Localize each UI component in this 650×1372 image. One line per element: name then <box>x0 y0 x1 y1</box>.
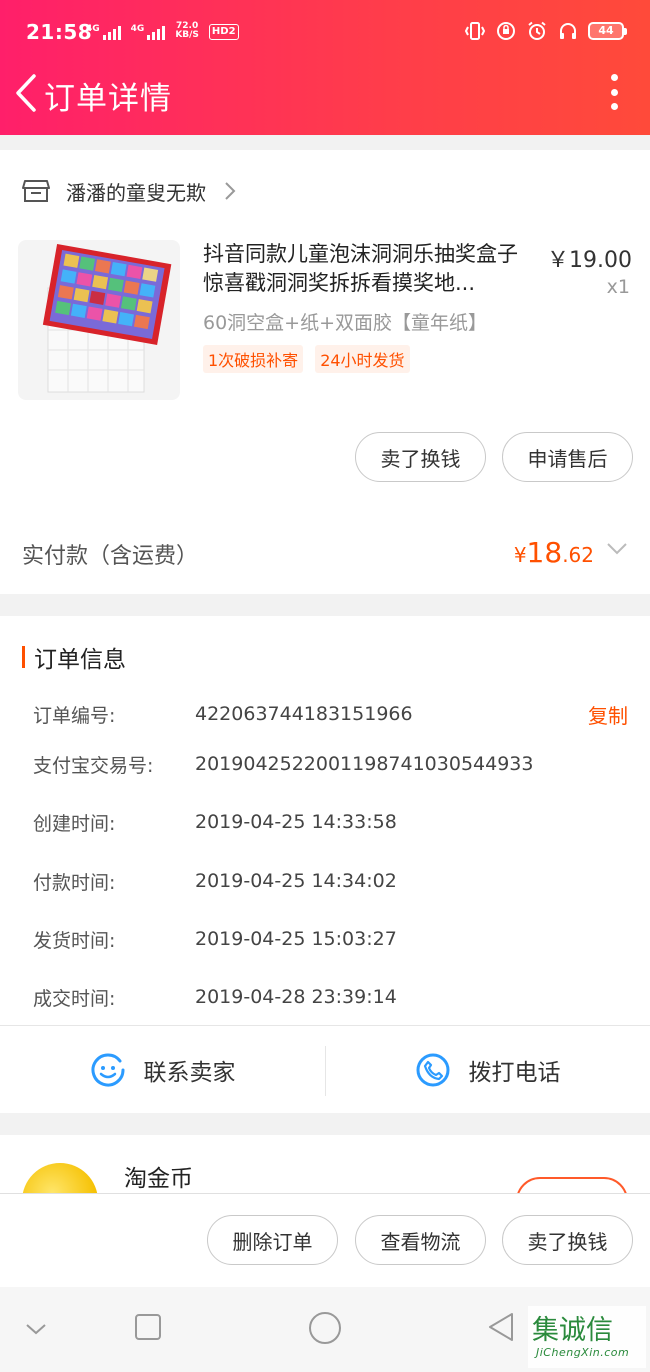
info-value: 422063744183151966 <box>195 703 413 725</box>
signal-icon: 4G <box>131 24 166 40</box>
headphone-icon <box>557 20 579 42</box>
speed-unit: KB/S <box>175 30 199 40</box>
order-info-title: 订单信息 <box>34 647 126 673</box>
section-accent-bar <box>22 646 25 668</box>
sell-for-cash-bottom-button[interactable]: 卖了换钱 <box>502 1215 633 1265</box>
watermark-url: JiChengXin.com <box>536 1346 630 1359</box>
watermark-text: 集诚信 <box>532 1315 613 1346</box>
status-bar: 21:58 4G 4G 72.0 KB/S HD2 44 <box>0 0 650 66</box>
info-value: 2019-04-25 15:03:27 <box>195 928 397 950</box>
recent-apps-icon[interactable] <box>134 1313 162 1341</box>
info-label: 支付宝交易号: <box>33 754 154 777</box>
info-label: 发货时间: <box>33 929 116 952</box>
info-row-alipay-trade: 支付宝交易号: 2019042522001198741030544933 <box>33 749 533 779</box>
hd-voice-icon: HD2 <box>208 24 239 40</box>
shop-row[interactable]: 潘潘的童叟无欺 <box>22 176 236 206</box>
actual-payment-label: 实付款（含运费） <box>22 544 199 569</box>
nav-hide-chevron-icon[interactable] <box>24 1321 48 1337</box>
shop-name: 潘潘的童叟无欺 <box>66 180 206 205</box>
phone-icon <box>416 1053 449 1086</box>
apply-after-sale-button[interactable]: 申请售后 <box>502 432 633 482</box>
status-time: 21:58 <box>26 20 93 44</box>
taobao-coins-label: 淘金币 <box>124 1166 193 1192</box>
network-speed: 72.0 KB/S <box>175 22 199 40</box>
info-value: 2019-04-25 14:34:02 <box>195 870 397 892</box>
contact-seller-button[interactable]: 联系卖家 <box>0 1026 325 1113</box>
info-label: 订单编号: <box>33 704 116 727</box>
service-tag: 1次破损补寄 <box>203 345 304 373</box>
taobao-coins-card: 淘金币 <box>0 1135 650 1195</box>
call-phone-button[interactable]: 拨打电话 <box>325 1026 650 1113</box>
product-price: ￥19.00 <box>547 248 632 273</box>
order-info-card: 订单信息 订单编号: 422063744183151966 复制 支付宝交易号:… <box>0 616 650 1113</box>
coin-icon <box>22 1163 98 1195</box>
service-tags: 1次破损补寄 24小时发货 <box>203 345 410 373</box>
product-quantity: x1 <box>606 276 630 298</box>
info-value: 2019042522001198741030544933 <box>195 753 534 775</box>
page-title: 订单详情 <box>44 81 172 117</box>
product-thumbnail[interactable] <box>18 240 180 400</box>
alarm-icon <box>526 20 548 42</box>
chat-smile-icon <box>91 1053 124 1086</box>
contact-seller-label: 联系卖家 <box>143 1059 236 1086</box>
order-item-card: 潘潘的童叟无欺 抖音同款儿童泡沫洞洞乐抽奖盒子惊喜戳洞洞奖拆拆看摸奖地... ￥… <box>0 150 650 594</box>
actual-payment-amount: ¥18.62 <box>514 536 594 569</box>
system-nav-bar: 集诚信 JiChengXin.com <box>0 1287 650 1372</box>
signal-icon: 4G <box>86 24 121 40</box>
more-menu-icon[interactable] <box>608 74 620 110</box>
sell-for-cash-button[interactable]: 卖了换钱 <box>355 432 486 482</box>
status-left-icons: 4G 4G 72.0 KB/S HD2 <box>86 22 239 40</box>
status-right-icons: 44 <box>464 20 627 42</box>
watermark-logo: 集诚信 JiChengXin.com <box>528 1306 646 1368</box>
chevron-right-icon <box>225 182 236 200</box>
info-row-shipped: 发货时间: 2019-04-25 15:03:27 <box>33 924 397 954</box>
delete-order-button[interactable]: 删除订单 <box>207 1215 338 1265</box>
bottom-action-bar: 删除订单 查看物流 卖了换钱 <box>0 1193 650 1287</box>
info-row-created: 创建时间: 2019-04-25 14:33:58 <box>33 807 397 837</box>
product-spec: 60洞空盒+纸+双面胶【童年纸】 <box>203 312 488 334</box>
currency-symbol: ¥ <box>513 543 527 567</box>
home-icon[interactable] <box>308 1311 342 1345</box>
nav-bar: 订单详情 <box>0 66 650 135</box>
info-value: 2019-04-25 14:33:58 <box>195 811 397 833</box>
view-logistics-button[interactable]: 查看物流 <box>355 1215 486 1265</box>
header: 21:58 4G 4G 72.0 KB/S HD2 44 订单详情 <box>0 0 650 135</box>
vibrate-icon <box>464 20 486 42</box>
order-detail-page: 21:58 4G 4G 72.0 KB/S HD2 44 订单详情 潘潘的童叟无… <box>0 0 650 1372</box>
call-phone-label: 拨打电话 <box>468 1059 561 1086</box>
info-label: 付款时间: <box>33 871 116 894</box>
product-image-icon <box>42 244 172 393</box>
back-arrow-icon[interactable] <box>10 72 40 114</box>
network-type-label: 4G <box>130 24 145 34</box>
service-tag: 24小时发货 <box>315 345 410 373</box>
info-value: 2019-04-28 23:39:14 <box>195 986 397 1008</box>
info-row-order-number: 订单编号: 422063744183151966 <box>33 699 413 729</box>
info-row-completed: 成交时间: 2019-04-28 23:39:14 <box>33 982 397 1012</box>
order-info-header: 订单信息 <box>22 642 126 673</box>
amount-integer: 18 <box>526 536 563 569</box>
amount-decimal: .62 <box>562 543 594 567</box>
rotation-lock-icon <box>495 20 517 42</box>
back-triangle-icon[interactable] <box>486 1311 516 1343</box>
product-title[interactable]: 抖音同款儿童泡沫洞洞乐抽奖盒子惊喜戳洞洞奖拆拆看摸奖地... <box>203 240 533 298</box>
info-label: 成交时间: <box>33 987 116 1010</box>
network-type-label: 4G <box>86 24 100 34</box>
copy-order-number-link[interactable]: 复制 <box>588 700 628 729</box>
store-icon <box>22 180 50 202</box>
info-label: 创建时间: <box>33 812 116 835</box>
battery-icon: 44 <box>588 22 627 40</box>
info-row-paid: 付款时间: 2019-04-25 14:34:02 <box>33 866 397 896</box>
chevron-down-icon[interactable] <box>606 542 628 556</box>
